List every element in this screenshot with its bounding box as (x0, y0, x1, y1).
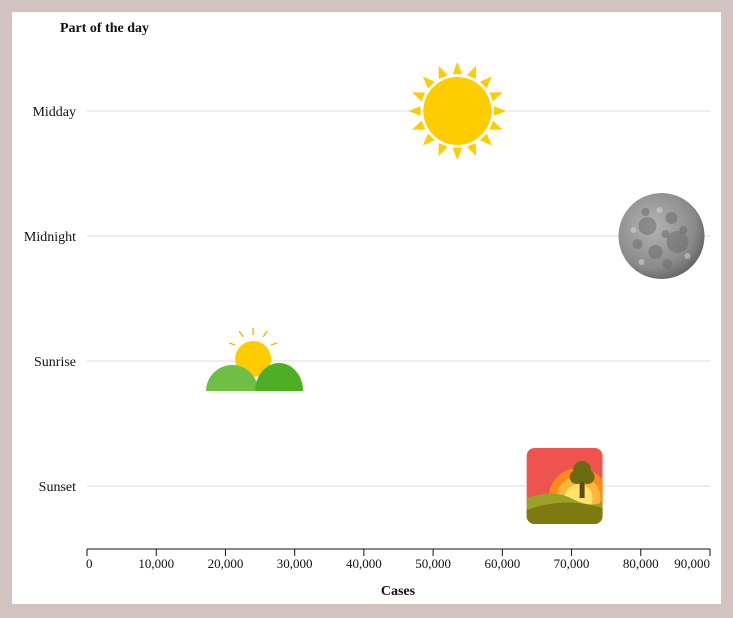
grid-layer (87, 110, 710, 487)
x-tick-label: 50,000 (415, 556, 451, 571)
y-tick-label: Midnight (24, 230, 76, 245)
x-tick-label: 60,000 (484, 556, 520, 571)
chart-frame: Midday Midnight Sunrise Sunset 0 10,000 20,00… (12, 12, 721, 604)
x-tick-labels: 0 10,000 20,000 30,000 40,000 50,000 60,000 70,… (86, 556, 710, 571)
y-tick-labels: Midday Midnight Sunrise Sunset (24, 105, 76, 495)
y-tick-label: Sunrise (34, 355, 76, 370)
x-axis (86, 548, 711, 556)
x-tick-label: 90,000 (674, 556, 710, 571)
x-tick-label: 0 (86, 556, 93, 571)
x-tick-label: 80,000 (623, 556, 659, 571)
x-tick-label: 40,000 (346, 556, 382, 571)
x-tick-label: 10,000 (138, 556, 174, 571)
x-tick-label: 20,000 (208, 556, 244, 571)
y-tick-label: Midday (32, 105, 76, 120)
x-tick-label: 70,000 (554, 556, 590, 571)
y-axis-title: Part of the day (60, 21, 149, 36)
sunset-icon (526, 448, 603, 524)
sunrise-icon (206, 328, 304, 391)
x-axis-title: Cases (381, 584, 416, 599)
y-tick-label: Sunset (39, 480, 76, 495)
x-tick-label: 30,000 (277, 556, 313, 571)
chart-plot: Midday Midnight Sunrise Sunset 0 10,000 20,00… (24, 21, 711, 599)
moon-icon (618, 193, 705, 279)
data-points (206, 62, 705, 524)
